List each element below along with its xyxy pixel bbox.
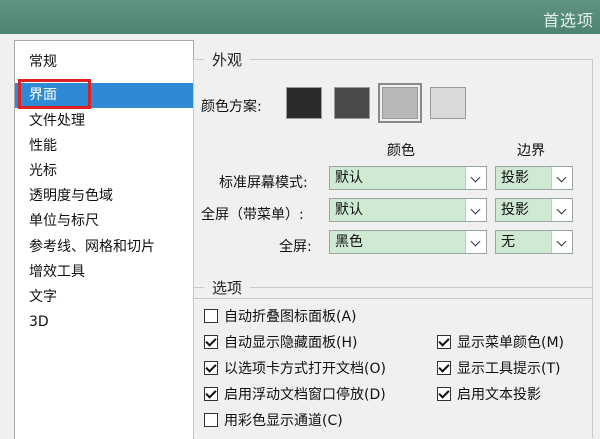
full-screen-color-select[interactable]: 黑色 — [329, 230, 487, 254]
auto-collapse-icon-panels-checkbox[interactable]: 自动折叠图标面板(A) — [204, 308, 357, 326]
checkbox-checked-icon — [204, 387, 218, 401]
checkbox-label: 启用浮动文档窗口停放(D) — [224, 387, 386, 403]
sidebar-item-3d[interactable]: 3D — [15, 310, 193, 335]
color-scheme-swatch-darkest[interactable] — [286, 87, 322, 119]
preferences-category-list: 常规 界面 文件处理 性能 光标 透明度与色域 单位与标尺 参考线、网格和切片 … — [14, 40, 194, 439]
checkbox-checked-icon — [437, 361, 451, 375]
show-channels-in-color-checkbox[interactable]: 用彩色显示通道(C) — [204, 412, 343, 430]
checkbox-label: 以选项卡方式打开文档(O) — [224, 361, 386, 377]
sidebar-item-performance[interactable]: 性能 — [15, 134, 193, 159]
checkbox-unchecked-icon — [204, 309, 218, 323]
chevron-down-icon — [465, 167, 486, 189]
chevron-down-icon — [551, 167, 572, 189]
options-legend: 选项 — [204, 277, 251, 298]
standard-screen-color-value: 默认 — [335, 170, 363, 186]
sidebar-item-plugins[interactable]: 增效工具 — [15, 260, 193, 285]
standard-screen-mode-label: 标准屏幕模式: — [219, 175, 308, 191]
full-screen-menus-label: 全屏（带菜单）: — [201, 207, 304, 223]
sidebar-item-general[interactable]: 常规 — [15, 50, 193, 75]
chevron-down-icon — [551, 199, 572, 221]
checkbox-unchecked-icon — [204, 413, 218, 427]
color-column-header: 颜色 — [387, 143, 415, 159]
appearance-legend: 外观 — [204, 49, 251, 70]
show-tool-tips-checkbox[interactable]: 显示工具提示(T) — [437, 360, 560, 378]
floating-window-docking-checkbox[interactable]: 启用浮动文档窗口停放(D) — [204, 386, 386, 404]
sidebar-item-interface[interactable]: 界面 — [15, 79, 193, 109]
checkbox-label: 用彩色显示通道(C) — [224, 413, 343, 429]
color-scheme-label: 颜色方案: — [201, 99, 262, 115]
sidebar-item-type[interactable]: 文字 — [15, 285, 193, 310]
checkbox-label: 自动显示隐藏面板(H) — [224, 335, 358, 351]
options-group: 选项 自动折叠图标面板(A) 自动显示隐藏面板(H) 以选项卡方式打开文档(O)… — [193, 277, 593, 438]
full-screen-color-value: 黑色 — [335, 234, 363, 250]
full-screen-menus-color-value: 默认 — [335, 202, 363, 218]
full-screen-menus-border-select[interactable]: 投影 — [495, 198, 573, 222]
full-screen-border-select[interactable]: 无 — [495, 230, 573, 254]
sidebar-item-units-rulers[interactable]: 单位与标尺 — [15, 209, 193, 234]
standard-screen-border-select[interactable]: 投影 — [495, 166, 573, 190]
preferences-dialog: 常规 界面 文件处理 性能 光标 透明度与色域 单位与标尺 参考线、网格和切片 … — [0, 34, 600, 439]
chevron-down-icon — [465, 199, 486, 221]
checkbox-checked-icon — [437, 335, 451, 349]
show-menu-colors-checkbox[interactable]: 显示菜单颜色(M) — [437, 334, 564, 352]
appearance-group: 外观 颜色方案: 颜色 边界 标准屏幕模式: 默认 投影 全屏（带菜单）: 默认… — [193, 49, 593, 299]
border-column-header: 边界 — [517, 143, 545, 159]
checkbox-checked-icon — [204, 361, 218, 375]
color-scheme-swatch-lightest[interactable] — [430, 87, 466, 119]
window-title: 首选项 — [542, 11, 594, 30]
open-documents-as-tabs-checkbox[interactable]: 以选项卡方式打开文档(O) — [204, 360, 386, 378]
chevron-down-icon — [465, 231, 486, 253]
checkbox-label: 显示菜单颜色(M) — [457, 335, 565, 351]
enable-text-drop-shadow-checkbox[interactable]: 启用文本投影 — [437, 386, 541, 404]
sidebar-item-guides-grid-slices[interactable]: 参考线、网格和切片 — [15, 235, 193, 260]
sidebar-item-cursors[interactable]: 光标 — [15, 159, 193, 184]
title-bar: 首选项 — [0, 0, 600, 34]
checkbox-label: 启用文本投影 — [457, 387, 541, 403]
checkbox-checked-icon — [437, 387, 451, 401]
color-scheme-swatch-light[interactable] — [378, 83, 422, 123]
auto-show-hidden-panels-checkbox[interactable]: 自动显示隐藏面板(H) — [204, 334, 357, 352]
full-screen-label: 全屏: — [279, 239, 312, 255]
checkbox-checked-icon — [204, 335, 218, 349]
chevron-down-icon — [551, 231, 572, 253]
color-scheme-swatch-dark[interactable] — [334, 87, 370, 119]
sidebar-item-file-handling[interactable]: 文件处理 — [15, 109, 193, 134]
standard-screen-border-value: 投影 — [501, 170, 529, 186]
full-screen-border-value: 无 — [501, 234, 515, 250]
sidebar-item-transparency-gamut[interactable]: 透明度与色域 — [15, 184, 193, 209]
checkbox-label: 自动折叠图标面板(A) — [224, 309, 357, 325]
standard-screen-color-select[interactable]: 默认 — [329, 166, 487, 190]
checkbox-label: 显示工具提示(T) — [457, 361, 561, 377]
full-screen-menus-color-select[interactable]: 默认 — [329, 198, 487, 222]
full-screen-menus-border-value: 投影 — [501, 202, 529, 218]
